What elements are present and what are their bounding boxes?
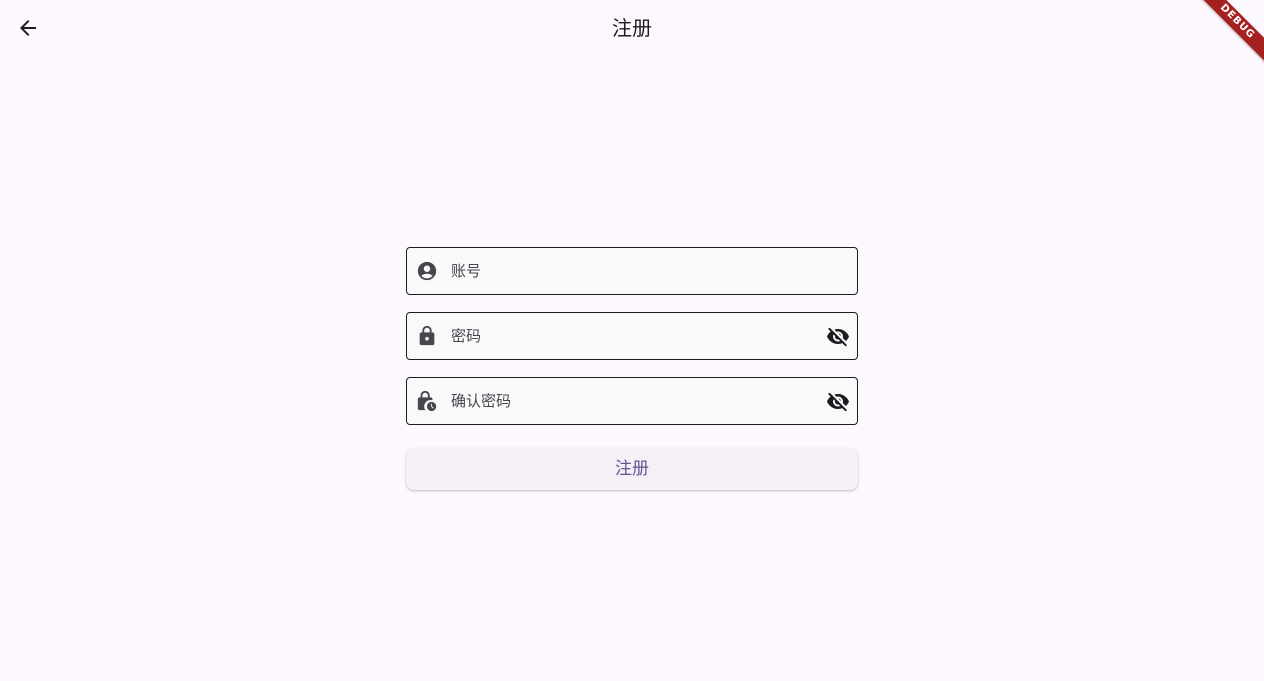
app-window: 注册 DEBUG 账号 密码 确认密码 注册 — [0, 0, 1264, 681]
app-bar: 注册 — [0, 0, 1264, 56]
confirm-password-placeholder: 确认密码 — [451, 392, 512, 410]
page-title: 注册 — [612, 16, 652, 40]
lock-icon — [419, 325, 435, 346]
confirm-password-field[interactable]: 确认密码 — [406, 377, 858, 425]
password-placeholder: 密码 — [451, 327, 482, 345]
register-form: 账号 密码 确认密码 — [406, 247, 858, 442]
register-button[interactable]: 注册 — [406, 448, 858, 490]
visibility-off-icon[interactable] — [826, 390, 850, 414]
account-placeholder: 账号 — [451, 262, 482, 280]
lock-clock-icon — [417, 390, 437, 412]
visibility-off-icon[interactable] — [826, 325, 850, 349]
account-field[interactable]: 账号 — [406, 247, 858, 295]
password-field[interactable]: 密码 — [406, 312, 858, 360]
account-circle-icon — [417, 261, 437, 281]
